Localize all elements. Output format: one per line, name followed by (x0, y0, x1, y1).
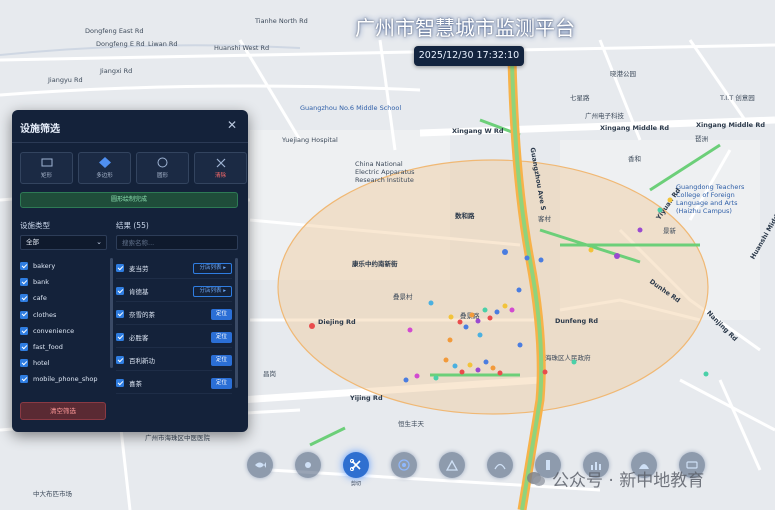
toolbar-button-triangle[interactable] (428, 452, 476, 496)
pulse-icon (487, 452, 513, 478)
draw-tools: 矩形 多边形 圆形 清除 (20, 152, 247, 184)
panel-title: 设施筛选 (20, 124, 60, 135)
type-label: bakery (33, 262, 56, 271)
facility-type-select[interactable]: 全部 ⌄ (20, 235, 107, 250)
locate-button[interactable]: 定位 (210, 377, 232, 389)
checkbox[interactable] (20, 310, 28, 319)
toolbar-button-dot[interactable] (284, 452, 332, 496)
type-label: mobile_phone_shop (33, 375, 98, 384)
checkbox[interactable] (20, 294, 28, 303)
checkbox[interactable] (116, 379, 124, 387)
fish-icon (247, 452, 273, 478)
wechat-icon (527, 471, 545, 486)
type-label: fast_food (33, 343, 63, 352)
type-item[interactable]: cafe (20, 290, 107, 306)
locate-button[interactable]: 定位 (210, 331, 232, 343)
rectangle-tool-button[interactable]: 矩形 (20, 152, 73, 184)
tool-label: 圆形 (156, 173, 168, 179)
result-name: 奈雪的茶 (129, 311, 155, 319)
circle-icon (157, 157, 168, 168)
checkbox[interactable] (20, 262, 28, 271)
locate-button[interactable]: 定位 (210, 308, 232, 320)
type-label: cafe (33, 294, 47, 303)
type-item[interactable]: clothes (20, 307, 107, 323)
checkbox[interactable] (20, 326, 28, 335)
rectangle-icon (41, 157, 53, 168)
tool-label: 多边形 (96, 173, 113, 179)
checkbox[interactable] (20, 278, 28, 287)
checkbox[interactable] (20, 375, 28, 384)
toolbar-button-target[interactable] (380, 452, 428, 496)
checkbox[interactable] (116, 333, 124, 341)
facility-type-list: bakery bank cafe clothes convenience fas… (20, 258, 107, 398)
tool-label: 矩形 (40, 173, 52, 179)
watermark-text: 公众号 · 新中地教育 (552, 471, 705, 491)
scissors-icon (343, 452, 369, 478)
result-name: 喜茶 (129, 380, 142, 388)
result-count-label: 结果 (55) (116, 221, 149, 230)
facility-type-label: 设施类型 (20, 221, 50, 230)
clear-icon (216, 157, 226, 168)
result-row[interactable]: 麦当劳 分店列表 ▸ (116, 258, 232, 279)
dot-icon (295, 452, 321, 478)
toolbar-button-fish[interactable] (236, 452, 284, 496)
checkbox[interactable] (20, 359, 28, 368)
result-row[interactable]: 必胜客 定位 (116, 327, 232, 348)
result-list: 麦当劳 分店列表 ▸ 肯德基 分店列表 ▸ 奈雪的茶 定位 必胜客 定位 百利新… (116, 258, 232, 398)
type-label: clothes (33, 310, 57, 319)
branch-list-button[interactable]: 分店列表 ▸ (193, 262, 232, 274)
chevron-down-icon: ⌄ (96, 238, 102, 246)
close-icon[interactable]: ✕ (225, 118, 239, 132)
checkbox[interactable] (116, 310, 124, 318)
result-list-scrollbar[interactable] (235, 258, 238, 388)
result-row[interactable]: 奈雪的茶 定位 (116, 304, 232, 325)
result-name: 必胜客 (129, 334, 149, 342)
checkbox[interactable] (116, 356, 124, 364)
result-row[interactable]: 百利新功 定位 (116, 350, 232, 371)
clear-filter-button[interactable]: 清空筛选 (20, 402, 106, 420)
triangle-icon (439, 452, 465, 478)
search-input[interactable] (116, 235, 238, 250)
type-item[interactable]: fast_food (20, 339, 107, 355)
checkbox[interactable] (116, 264, 124, 272)
toolbar-label: 剪切 (350, 481, 361, 487)
polygon-icon (98, 157, 111, 168)
watermark: 公众号 · 新中地教育 (526, 466, 704, 491)
select-value: 全部 (26, 238, 39, 246)
draw-complete-status: 圆形绘制完成 (20, 192, 238, 208)
clear-tool-button[interactable]: 清除 (194, 152, 247, 184)
divider (12, 142, 248, 143)
type-label: convenience (33, 326, 75, 335)
checkbox[interactable] (20, 343, 28, 352)
target-icon (391, 452, 417, 478)
type-item[interactable]: convenience (20, 323, 107, 339)
type-item[interactable]: hotel (20, 355, 107, 371)
type-label: hotel (33, 359, 50, 368)
result-name: 麦当劳 (129, 265, 149, 273)
tool-label: 清除 (214, 173, 226, 179)
polygon-tool-button[interactable]: 多边形 (78, 152, 131, 184)
result-row[interactable]: 肯德基 分店列表 ▸ (116, 281, 232, 302)
toolbar-button-pulse[interactable] (476, 452, 524, 496)
type-label: bank (33, 278, 49, 287)
type-item[interactable]: mobile_phone_shop (20, 371, 107, 387)
branch-list-button[interactable]: 分店列表 ▸ (193, 285, 232, 297)
result-name: 肯德基 (129, 288, 149, 296)
circle-tool-button[interactable]: 圆形 (136, 152, 189, 184)
facility-filter-panel: 设施筛选 ✕ 矩形 多边形 圆形 清除 圆形绘制完成 设施类型 结果 (55) … (12, 110, 248, 432)
toolbar-button-scissors[interactable]: 剪切 (332, 452, 380, 496)
type-list-scrollbar[interactable] (110, 258, 113, 368)
type-item[interactable]: bank (20, 274, 107, 290)
result-name: 百利新功 (129, 357, 155, 365)
checkbox[interactable] (116, 287, 124, 295)
result-row[interactable]: 喜茶 定位 (116, 373, 232, 394)
type-item[interactable]: bakery (20, 258, 107, 274)
locate-button[interactable]: 定位 (210, 354, 232, 366)
